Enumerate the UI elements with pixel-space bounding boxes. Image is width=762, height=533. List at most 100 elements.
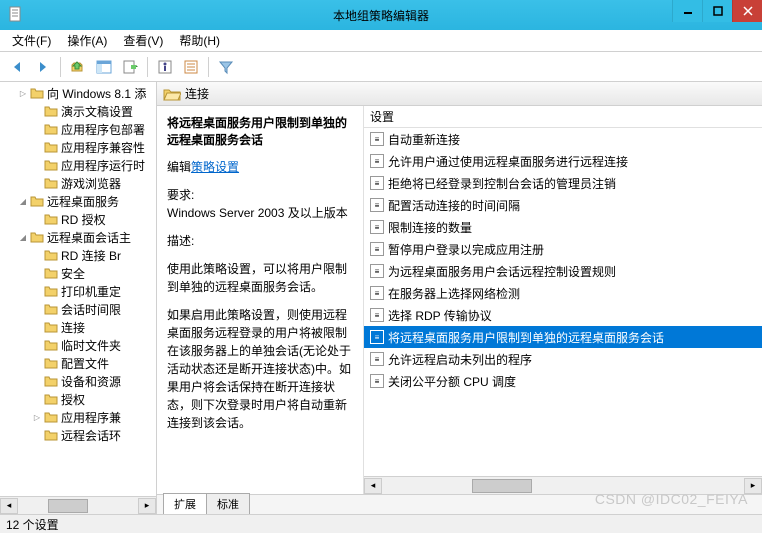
tree-item[interactable]: ▷应用程序兼 (0, 408, 156, 426)
tree-item[interactable]: 远程会话环 (0, 426, 156, 444)
expand-icon[interactable] (32, 304, 42, 314)
list-body[interactable]: ≡自动重新连接≡允许用户通过使用远程桌面服务进行远程连接≡拒绝将已经登录到控制台… (364, 128, 762, 476)
expand-icon[interactable] (32, 106, 42, 116)
tree-item[interactable]: 打印机重定 (0, 282, 156, 300)
tree-item[interactable]: 应用程序兼容性 (0, 138, 156, 156)
list-item[interactable]: ≡选择 RDP 传输协议 (364, 304, 762, 326)
tree[interactable]: ▷向 Windows 8.1 添演示文稿设置应用程序包部署应用程序兼容性应用程序… (0, 82, 156, 496)
list-item[interactable]: ≡关闭公平分额 CPU 调度 (364, 370, 762, 392)
tree-item[interactable]: 应用程序包部署 (0, 120, 156, 138)
tree-item[interactable]: 游戏浏览器 (0, 174, 156, 192)
tab-standard[interactable]: 标准 (206, 493, 250, 514)
tab-extended[interactable]: 扩展 (163, 493, 207, 514)
list-item[interactable]: ≡允许远程启动未列出的程序 (364, 348, 762, 370)
up-button[interactable] (67, 56, 89, 78)
tree-item[interactable]: 配置文件 (0, 354, 156, 372)
policy-settings-link[interactable]: 策略设置 (191, 160, 239, 174)
close-button[interactable] (732, 0, 762, 22)
expand-icon[interactable]: ▷ (18, 88, 28, 98)
tree-item[interactable]: 演示文稿设置 (0, 102, 156, 120)
expand-icon[interactable] (32, 340, 42, 350)
tree-item[interactable]: RD 连接 Br (0, 246, 156, 264)
forward-button[interactable] (32, 56, 54, 78)
list-item[interactable]: ≡自动重新连接 (364, 128, 762, 150)
tree-label: 游戏浏览器 (61, 175, 121, 192)
setting-icon: ≡ (370, 220, 384, 234)
list-item-label: 配置活动连接的时间间隔 (388, 197, 520, 214)
list-item[interactable]: ≡将远程桌面服务用户限制到单独的远程桌面服务会话 (364, 326, 762, 348)
show-hide-tree-button[interactable] (93, 56, 115, 78)
expand-icon[interactable] (32, 268, 42, 278)
expand-icon[interactable]: ◢ (18, 196, 28, 206)
expand-icon[interactable] (32, 394, 42, 404)
tree-item[interactable]: 安全 (0, 264, 156, 282)
scroll-left-button[interactable]: ◂ (364, 478, 382, 494)
separator (208, 57, 209, 77)
detail-edit-line: 编辑策略设置 (167, 158, 353, 176)
tree-item[interactable]: ◢远程桌面会话主 (0, 228, 156, 246)
export-button[interactable] (119, 56, 141, 78)
properties-button[interactable] (154, 56, 176, 78)
scroll-thumb[interactable] (472, 479, 532, 493)
tree-item[interactable]: 会话时间限 (0, 300, 156, 318)
expand-icon[interactable] (32, 250, 42, 260)
expand-icon[interactable]: ▷ (32, 412, 42, 422)
scroll-right-button[interactable]: ▸ (138, 498, 156, 514)
expand-icon[interactable] (32, 142, 42, 152)
list-item[interactable]: ≡拒绝将已经登录到控制台会话的管理员注销 (364, 172, 762, 194)
expand-icon[interactable] (32, 322, 42, 332)
expand-icon[interactable] (32, 178, 42, 188)
detail-title: 将远程桌面服务用户限制到单独的远程桌面服务会话 (167, 114, 353, 148)
filter-button[interactable] (215, 56, 237, 78)
back-button[interactable] (6, 56, 28, 78)
list-item[interactable]: ≡配置活动连接的时间间隔 (364, 194, 762, 216)
list-header[interactable]: 设置 (364, 106, 762, 128)
minimize-button[interactable] (672, 0, 702, 22)
expand-icon[interactable] (32, 376, 42, 386)
tree-item[interactable]: RD 授权 (0, 210, 156, 228)
scroll-track[interactable] (18, 498, 138, 514)
expand-icon[interactable] (32, 430, 42, 440)
menu-help[interactable]: 帮助(H) (171, 30, 228, 51)
list-item[interactable]: ≡限制连接的数量 (364, 216, 762, 238)
menu-file[interactable]: 文件(F) (4, 30, 59, 51)
tree-item[interactable]: 应用程序运行时 (0, 156, 156, 174)
expand-icon[interactable]: ◢ (18, 232, 28, 242)
list-item[interactable]: ≡ 暂停用户登录以完成应用注册 (364, 238, 762, 260)
tree-label: 远程会话环 (61, 427, 121, 444)
tree-item[interactable]: ◢远程桌面服务 (0, 192, 156, 210)
tree-item[interactable]: ▷向 Windows 8.1 添 (0, 84, 156, 102)
tree-item[interactable]: 设备和资源 (0, 372, 156, 390)
menu-action[interactable]: 操作(A) (59, 30, 115, 51)
setting-icon: ≡ (370, 242, 384, 256)
tree-label: 应用程序兼容性 (61, 139, 145, 156)
setting-icon: ≡ (370, 352, 384, 366)
expand-icon[interactable] (32, 124, 42, 134)
list-item[interactable]: ≡为远程桌面服务用户会话远程控制设置规则 (364, 260, 762, 282)
tree-hscroll[interactable]: ◂ ▸ (0, 496, 156, 514)
scroll-right-button[interactable]: ▸ (744, 478, 762, 494)
refresh-button[interactable] (180, 56, 202, 78)
expand-icon[interactable] (32, 214, 42, 224)
list-item-label: 自动重新连接 (388, 131, 460, 148)
expand-icon[interactable] (32, 286, 42, 296)
maximize-button[interactable] (702, 0, 732, 22)
list-item[interactable]: ≡在服务器上选择网络检测 (364, 282, 762, 304)
window-buttons (672, 0, 762, 22)
tree-item[interactable]: 授权 (0, 390, 156, 408)
tree-label: 打印机重定 (61, 283, 121, 300)
menu-view[interactable]: 查看(V) (115, 30, 171, 51)
list-item-label: 允许用户通过使用远程桌面服务进行远程连接 (388, 153, 628, 170)
tree-label: 应用程序运行时 (61, 157, 145, 174)
list-hscroll[interactable]: ◂ ▸ (364, 476, 762, 494)
tree-item[interactable]: 临时文件夹 (0, 336, 156, 354)
expand-icon[interactable] (32, 358, 42, 368)
scroll-thumb[interactable] (48, 499, 88, 513)
scroll-track[interactable] (382, 478, 744, 494)
statusbar: 12 个设置 (0, 514, 762, 533)
list-item[interactable]: ≡允许用户通过使用远程桌面服务进行远程连接 (364, 150, 762, 172)
list-item-label: 暂停用户登录以完成应用注册 (388, 241, 544, 258)
scroll-left-button[interactable]: ◂ (0, 498, 18, 514)
tree-item[interactable]: 连接 (0, 318, 156, 336)
expand-icon[interactable] (32, 160, 42, 170)
